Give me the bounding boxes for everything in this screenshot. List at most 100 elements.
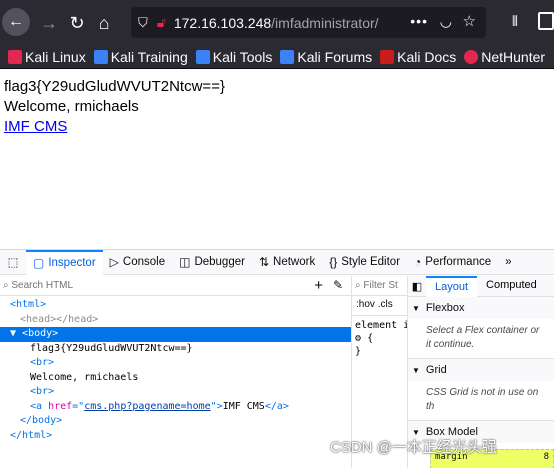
tree-node-text[interactable]: Welcome, rmichaels — [0, 371, 351, 386]
reload-button[interactable]: ↻ — [62, 8, 92, 38]
search-icon: ⌕ — [3, 280, 12, 291]
cls-button[interactable]: .cls — [378, 299, 393, 310]
watermark: CSDN @一本正经光头强 — [330, 439, 497, 456]
layout-tabs: ◧ Layout Computed — [408, 276, 554, 297]
insecure-lock-icon[interactable]: 🔓︎ — [157, 14, 166, 31]
home-button[interactable]: ⌂ — [89, 8, 119, 38]
bookmark-label: Kali Docs — [397, 48, 457, 65]
sidebar-icon[interactable] — [538, 12, 554, 30]
home-icon: ⌂ — [98, 12, 110, 33]
inspector-icon: ▢ — [33, 256, 45, 270]
back-button[interactable]: ← — [2, 8, 30, 36]
filter-placeholder: Filter St — [363, 280, 398, 291]
shield-icon[interactable]: ⛉ — [138, 15, 148, 31]
tab-debugger[interactable]: ◫ Debugger — [172, 250, 252, 275]
arrow-right-icon: → — [40, 12, 58, 33]
tab-style-editor[interactable]: {} Style Editor — [322, 250, 407, 275]
tag-text: </a> — [264, 400, 289, 412]
network-icon: ⇅ — [258, 255, 270, 269]
kali-docs-icon — [380, 49, 395, 64]
forward-button[interactable]: → — [34, 8, 64, 38]
tab-label: Performance — [425, 256, 492, 268]
bookmark-label: Kali Tools — [212, 48, 273, 65]
flexbox-message: Select a Flex container or it continue. — [426, 325, 540, 350]
tag-text: </body> — [20, 415, 63, 426]
flag-text: flag3{Y29udGludWVUT2Ntcw==} — [4, 78, 225, 95]
bookmark-kali-tools[interactable]: Kali Tools — [195, 48, 273, 65]
html-search-input[interactable]: Search HTML — [11, 280, 73, 291]
toggle-sidebar-icon[interactable]: ◧ — [408, 280, 426, 293]
bookmark-star-icon[interactable]: ☆ — [463, 12, 476, 30]
tree-node-a[interactable]: <a href="cms.php?pagename=home">IMF CMS<… — [0, 400, 351, 415]
nethunter-icon — [464, 49, 479, 64]
tree-node-br[interactable]: <br> — [0, 385, 351, 400]
pocket-icon[interactable]: ◡ — [440, 13, 452, 30]
url-text[interactable]: 172.16.103.248/imfadministrator/ — [174, 15, 379, 31]
element-rule-close: } — [355, 346, 362, 357]
tab-layout[interactable]: Layout — [426, 276, 478, 297]
flexbox-section: ▼ Flexbox Select a Flex container or it c… — [408, 297, 554, 359]
tree-node-body-close[interactable]: </body> — [0, 414, 351, 429]
markup-pane: ⌕ Search HTML + ✎ <html> <head></head> ▼… — [0, 276, 352, 468]
element-picker-button[interactable]: ⬚ — [0, 250, 26, 275]
bookmark-kali-forums[interactable]: Kali Forums — [280, 49, 372, 65]
welcome-text: Welcome, rmichaels — [4, 98, 139, 115]
bookmark-kali-training[interactable]: Kali Training — [93, 49, 188, 65]
library-icon[interactable]: ⫴ — [512, 13, 518, 30]
tree-node-br[interactable]: <br> — [0, 356, 351, 371]
bookmark-kali-linux[interactable]: Kali Linux — [8, 49, 86, 65]
tree-node-html-close[interactable]: </html> — [0, 429, 351, 444]
filter-styles-input[interactable]: ⌕ Filter St — [352, 276, 407, 296]
page-actions-menu-icon[interactable]: ••• — [410, 13, 428, 29]
pseudo-row: :hov .cls — [352, 296, 407, 316]
url-bar[interactable]: ⛉ 🔓︎ 172.16.103.248/imfadministrator/ ••… — [131, 7, 486, 38]
element-picker-icon: ⬚ — [7, 257, 19, 269]
element-rule-open: ⚙ { — [352, 332, 407, 345]
kali-icon — [8, 49, 22, 64]
tag-text: <html> — [10, 299, 47, 310]
add-node-button[interactable]: + — [314, 277, 323, 294]
brace-open: { — [367, 333, 374, 344]
tree-node-head[interactable]: <head></head> — [0, 313, 351, 328]
flexbox-header[interactable]: ▼ Flexbox — [408, 297, 554, 319]
tab-inspector[interactable]: ▢ Inspector — [26, 249, 103, 275]
more-tabs-button[interactable]: » — [498, 250, 518, 275]
eyedropper-icon[interactable]: ✎ — [333, 278, 343, 292]
tag-text: "> — [210, 400, 223, 412]
element-rule-selector: element i — [355, 320, 408, 331]
gear-icon[interactable]: ⚙ — [355, 333, 361, 344]
tab-computed[interactable]: Computed — [477, 276, 546, 297]
tag-text: <br> — [30, 386, 55, 397]
imf-cms-link[interactable]: IMF CMS — [4, 118, 67, 135]
style-editor-icon: {} — [329, 255, 338, 269]
expand-arrow-icon[interactable]: ▼ — [10, 328, 22, 339]
tree-node-text[interactable]: flag3{Y29udGludWVUT2Ntcw==} — [0, 342, 351, 357]
tag-text: <head></head> — [20, 313, 99, 325]
collapse-triangle-icon: ▼ — [412, 303, 420, 313]
console-icon: ▷ — [109, 255, 119, 269]
tag-text: =" — [72, 400, 85, 412]
hov-button[interactable]: :hov — [356, 299, 375, 310]
collapse-triangle-icon: ▼ — [412, 365, 420, 375]
tab-label: Network — [273, 256, 316, 268]
tab-label: Debugger — [194, 256, 245, 268]
grid-header[interactable]: ▼ Grid — [408, 359, 554, 381]
tab-label: Console — [122, 256, 166, 268]
text-node: flag3{Y29udGludWVUT2Ntcw==} — [30, 342, 193, 354]
margin-value: 8 — [543, 452, 549, 462]
bookmark-kali-docs[interactable]: Kali Docs — [380, 49, 456, 65]
attr-value[interactable]: cms.php?pagename=home — [84, 401, 210, 412]
tab-performance[interactable]: ◔ Performance — [407, 250, 498, 275]
tab-network[interactable]: ⇅ Network — [252, 250, 322, 275]
tab-console[interactable]: ▷ Console — [103, 250, 172, 275]
performance-icon: ◔ — [414, 255, 422, 269]
bookmarks-bar: Kali Linux Kali Training Kali Tools Kali… — [0, 45, 554, 69]
grid-section: ▼ Grid CSS Grid is not in use on th — [408, 359, 554, 421]
text-node: Welcome, rmichaels — [30, 371, 139, 383]
bookmark-label: Kali Linux — [25, 48, 86, 65]
text-node: IMF CMS — [222, 400, 265, 412]
tree-node-html[interactable]: <html> — [0, 298, 351, 313]
bookmark-nethunter[interactable]: NetHunter — [464, 49, 545, 65]
devtools-tabs: ⬚ ▢ Inspector ▷ Console ◫ Debugger ⇅ Network… — [0, 249, 554, 275]
tree-node-body[interactable]: ▼ <body> — [0, 327, 351, 342]
